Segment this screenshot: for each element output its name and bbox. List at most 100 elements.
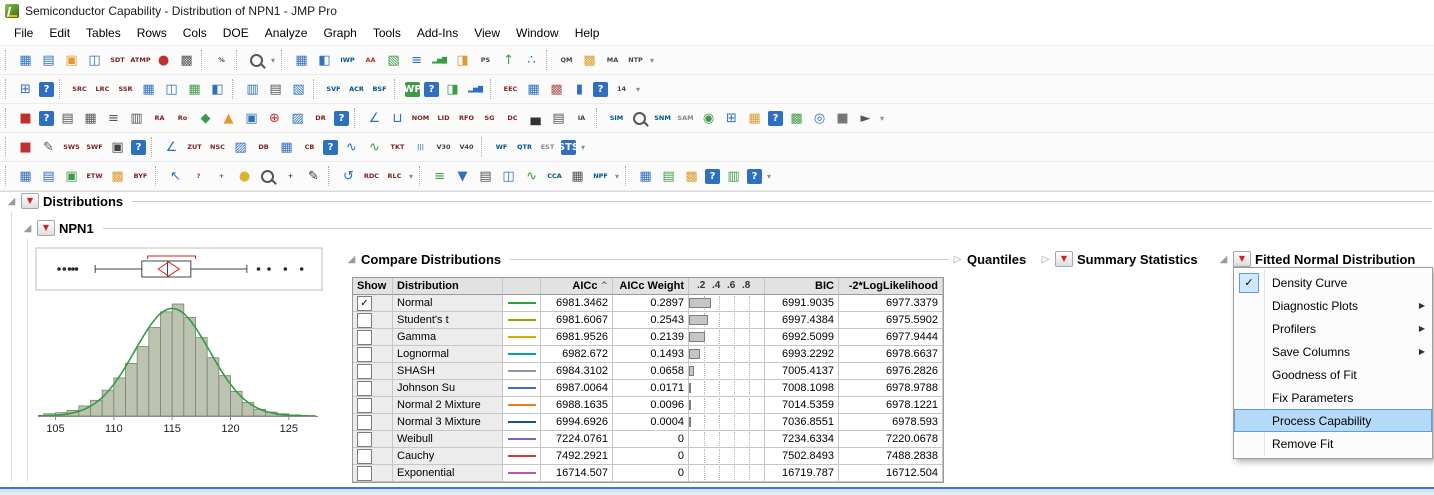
- menu-file[interactable]: File: [6, 23, 41, 43]
- transpose-icon[interactable]: ◧: [207, 79, 228, 100]
- checkbox-unchecked[interactable]: [357, 312, 372, 328]
- fit-icon[interactable]: ◨: [442, 79, 463, 100]
- record-icon[interactable]: ●: [153, 50, 174, 71]
- plus-tool-icon[interactable]: +: [280, 166, 301, 187]
- brush-icon[interactable]: ✎: [38, 137, 59, 158]
- diag-icon[interactable]: ▨: [230, 137, 251, 158]
- help-icon[interactable]: ?: [768, 110, 783, 126]
- toolbar-group-handle[interactable]: [481, 137, 485, 157]
- db-icon[interactable]: DB: [253, 137, 274, 158]
- menu-analyze[interactable]: Analyze: [257, 23, 316, 43]
- sort-down-icon[interactable]: ▼: [452, 166, 473, 187]
- toolbar-group-handle[interactable]: [5, 50, 9, 70]
- table-icon[interactable]: ▦: [291, 50, 312, 71]
- book-icon[interactable]: ▥: [723, 166, 744, 187]
- toolbar-group-handle[interactable]: [5, 137, 9, 157]
- zut-icon[interactable]: ZUT: [184, 137, 205, 158]
- menu-item-remove-fit[interactable]: Remove Fit: [1234, 432, 1432, 455]
- grid3-icon[interactable]: ▦: [567, 166, 588, 187]
- fitted-red-triangle-button[interactable]: ▼: [1233, 251, 1251, 267]
- npn1-red-triangle-button[interactable]: ▼: [37, 220, 55, 236]
- stop-icon[interactable]: ■: [15, 108, 36, 129]
- ma-icon[interactable]: MA: [602, 50, 623, 71]
- cluster-icon[interactable]: AA: [360, 50, 381, 71]
- distribution-histogram[interactable]: 105 110 115 120 125: [34, 246, 326, 444]
- help-icon[interactable]: ?: [593, 81, 608, 97]
- wave2-icon[interactable]: ∿: [521, 166, 542, 187]
- toolbar-group-handle[interactable]: [394, 79, 398, 99]
- menu-item-process-capability[interactable]: Process Capability: [1234, 409, 1432, 432]
- menu-add-ins[interactable]: Add-Ins: [409, 23, 466, 43]
- help2-icon[interactable]: ?: [747, 168, 763, 184]
- disclosure-expanded-icon[interactable]: ◢: [6, 196, 17, 207]
- split-icon[interactable]: ▧: [288, 79, 309, 100]
- cb-icon[interactable]: CB: [299, 137, 320, 158]
- iwp-icon[interactable]: IWP: [337, 50, 358, 71]
- new-journal-icon[interactable]: ▤: [38, 50, 59, 71]
- flow-icon[interactable]: ⊞: [721, 108, 742, 129]
- menu-item-save-columns[interactable]: Save Columns ▶: [1234, 340, 1432, 363]
- sts-icon[interactable]: STS: [558, 139, 579, 155]
- distributions-title[interactable]: Distributions: [43, 194, 123, 209]
- table-icon[interactable]: ▦: [138, 79, 159, 100]
- grid2-icon[interactable]: ▦: [276, 137, 297, 158]
- menu-tables[interactable]: Tables: [78, 23, 129, 43]
- layers-icon[interactable]: ▨: [287, 108, 308, 129]
- compare-distributions-title[interactable]: Compare Distributions: [361, 252, 501, 267]
- toolbar-overflow-button[interactable]: ▾: [581, 143, 585, 152]
- distributions-red-triangle-button[interactable]: ▼: [21, 193, 39, 209]
- design-icon[interactable]: ▣: [241, 108, 262, 129]
- toolbar-overflow-button[interactable]: ▾: [650, 56, 654, 65]
- crosshair-tool-icon[interactable]: +: [211, 166, 232, 187]
- toolbar-group-handle[interactable]: [155, 166, 159, 186]
- rfo-icon[interactable]: RFO: [456, 108, 477, 129]
- toolbar-group-handle[interactable]: [328, 166, 332, 186]
- checkbox-unchecked[interactable]: [357, 397, 372, 413]
- byf-icon[interactable]: BYF: [130, 166, 151, 187]
- toolbar-group-handle[interactable]: [419, 166, 423, 186]
- grid-icon[interactable]: ▦: [80, 108, 101, 129]
- sort-icon[interactable]: ≡: [406, 50, 427, 71]
- scatter-icon[interactable]: ∴: [521, 50, 542, 71]
- toolbar-overflow-button[interactable]: ▾: [409, 172, 413, 181]
- nom-icon[interactable]: NOM: [410, 108, 431, 129]
- disclosure-expanded-icon[interactable]: ◢: [1218, 254, 1229, 265]
- svf-icon[interactable]: SVF: [323, 79, 344, 100]
- menu-help[interactable]: Help: [567, 23, 608, 43]
- search-icon[interactable]: [246, 50, 267, 71]
- sheet-icon[interactable]: ▤: [475, 166, 496, 187]
- toolbar-overflow-button[interactable]: ▾: [880, 114, 884, 123]
- v40-icon[interactable]: V40: [456, 137, 477, 158]
- table-icon[interactable]: ▤: [57, 108, 78, 129]
- toolbar-group-handle[interactable]: [313, 79, 317, 99]
- nsc-icon[interactable]: NSC: [207, 137, 228, 158]
- screen-icon[interactable]: ▧: [383, 50, 404, 71]
- new-data-table-icon[interactable]: ▦: [15, 50, 36, 71]
- menu-view[interactable]: View: [466, 23, 508, 43]
- table-icon[interactable]: ▦: [15, 166, 36, 187]
- chart-icon[interactable]: ▂▅▇: [429, 50, 450, 71]
- sdt-icon[interactable]: SDT: [107, 50, 128, 71]
- src-icon[interactable]: SRC: [69, 79, 90, 100]
- help-icon[interactable]: ?: [334, 110, 349, 126]
- table4-icon[interactable]: ▦: [635, 166, 656, 187]
- toolbar-group-handle[interactable]: [5, 79, 9, 99]
- ps-icon[interactable]: PS: [475, 50, 496, 71]
- ntp-icon[interactable]: NTP: [625, 50, 646, 71]
- toolbar-group-handle[interactable]: [201, 50, 205, 70]
- angle-icon[interactable]: ∠: [364, 108, 385, 129]
- menu-doe[interactable]: DOE: [215, 23, 257, 43]
- notebook-icon[interactable]: ▩: [579, 50, 600, 71]
- wave-icon[interactable]: ∿: [341, 137, 362, 158]
- snapshot-icon[interactable]: ▣: [61, 166, 82, 187]
- ro-icon[interactable]: Ro: [172, 108, 193, 129]
- tray-icon[interactable]: ⊔: [387, 108, 408, 129]
- camera-icon[interactable]: ▣: [107, 137, 128, 158]
- globe-icon[interactable]: ◉: [698, 108, 719, 129]
- checkbox-unchecked[interactable]: [357, 465, 372, 481]
- lrc-icon[interactable]: LRC: [92, 79, 113, 100]
- menu-item-density-curve[interactable]: ✓ Density Curve: [1234, 271, 1432, 294]
- checkbox-unchecked[interactable]: [357, 431, 372, 447]
- toolbar-group-handle[interactable]: [354, 108, 358, 128]
- list-icon[interactable]: ≡: [103, 108, 124, 129]
